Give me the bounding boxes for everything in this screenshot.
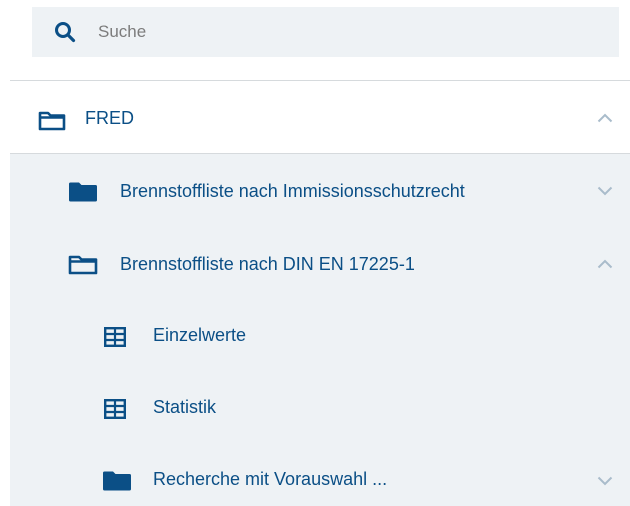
table-icon: [104, 399, 126, 419]
folder-filled-icon: [69, 182, 97, 202]
tree-item-statistik[interactable]: Statistik: [10, 372, 630, 444]
tree-root-fred[interactable]: FRED: [10, 81, 630, 153]
tree-item-label: Recherche mit Vorauswahl ...: [153, 469, 388, 489]
chevron-down-icon[interactable]: [597, 186, 613, 196]
navigation-page: FRED Brennstoffliste nach Immissionsschu…: [0, 0, 630, 506]
search-box[interactable]: [32, 7, 619, 57]
tree-children-panel: Brennstoffliste nach Immissionsschutzrec…: [10, 153, 630, 506]
folder-filled-icon: [103, 471, 131, 491]
chevron-down-icon[interactable]: [597, 476, 613, 486]
chevron-up-icon[interactable]: [597, 259, 613, 269]
tree-item-din-en-17225-1[interactable]: Brennstoffliste nach DIN EN 17225-1: [10, 228, 630, 300]
tree-item-label: Einzelwerte: [153, 325, 247, 345]
tree-item-label: Brennstoffliste nach Immissionsschutzrec…: [120, 181, 465, 201]
table-icon: [104, 327, 126, 347]
tree-root-label: FRED: [85, 108, 134, 128]
search-input[interactable]: [98, 16, 598, 48]
folder-outline-icon: [68, 255, 98, 275]
tree-item-immissionsschutzrecht[interactable]: Brennstoffliste nach Immissionsschutzrec…: [10, 154, 630, 228]
search-icon[interactable]: [54, 21, 76, 43]
tree-item-einzelwerte[interactable]: Einzelwerte: [10, 300, 630, 372]
tree-item-label: Statistik: [153, 397, 217, 417]
chevron-up-icon[interactable]: [597, 113, 613, 123]
folder-outline-icon: [38, 111, 66, 131]
tree-item-label: Brennstoffliste nach DIN EN 17225-1: [120, 254, 415, 274]
tree-item-recherche-mit-vorauswahl[interactable]: Recherche mit Vorauswahl ...: [10, 444, 630, 506]
